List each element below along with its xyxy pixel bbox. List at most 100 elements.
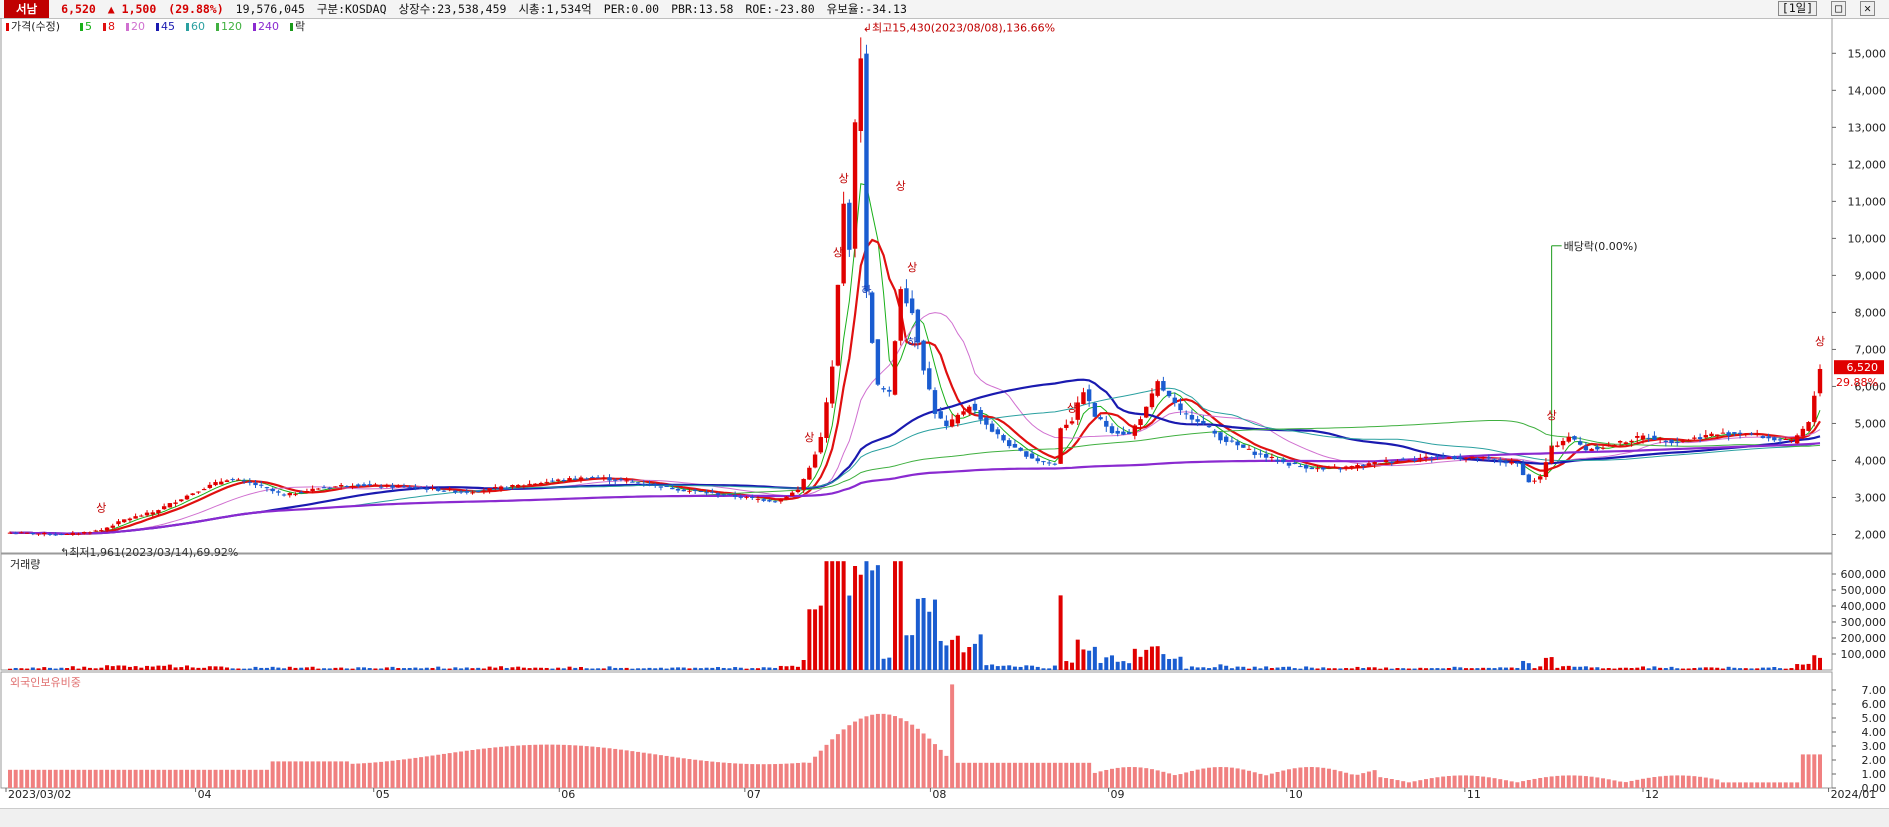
foreign-bar bbox=[1030, 762, 1035, 788]
x-tick-label: 2023/03/02 bbox=[8, 788, 71, 801]
volume-bar bbox=[25, 668, 30, 670]
volume-bar bbox=[875, 565, 880, 670]
price-tick-label: 3,000 bbox=[1855, 491, 1887, 504]
period-button[interactable]: [1일] bbox=[1777, 1, 1818, 16]
limit-up-mark: 상 bbox=[1547, 409, 1557, 422]
volume-bar bbox=[327, 668, 332, 670]
candle-body bbox=[1617, 441, 1623, 443]
foreign-bar bbox=[1469, 775, 1474, 788]
volume-bar bbox=[613, 667, 618, 670]
candle-body bbox=[538, 482, 544, 485]
foreign-bar bbox=[1315, 767, 1320, 788]
volume-bar bbox=[1469, 668, 1474, 670]
foreign-bar bbox=[647, 753, 652, 788]
limit-up-mark: 상 bbox=[896, 179, 906, 192]
foreign-bar bbox=[1640, 778, 1645, 788]
foreign-bar bbox=[1075, 762, 1080, 788]
foreign-bar bbox=[390, 760, 395, 788]
legend-dividend-label: 락 bbox=[295, 20, 305, 33]
candle-body bbox=[1560, 440, 1566, 446]
volume-bar bbox=[995, 666, 1000, 670]
candle-body bbox=[1235, 441, 1240, 446]
volume-bar bbox=[972, 643, 977, 670]
volume-bar bbox=[264, 667, 269, 670]
volume-bar bbox=[1292, 668, 1297, 670]
foreign-bar bbox=[1595, 777, 1600, 788]
legend-dividend-swatch bbox=[290, 23, 293, 31]
candle-body bbox=[1772, 437, 1777, 441]
volume-bar bbox=[1224, 665, 1229, 670]
volume-bar bbox=[1070, 662, 1075, 670]
candle-body bbox=[173, 502, 178, 504]
candle-body bbox=[1001, 435, 1006, 441]
foreign-bar bbox=[1446, 775, 1451, 788]
candle-body bbox=[744, 496, 749, 498]
candle-body bbox=[670, 487, 675, 490]
volume-bar bbox=[584, 668, 589, 670]
candle-body bbox=[1383, 460, 1389, 463]
foreign-bar bbox=[327, 761, 332, 788]
volume-bar bbox=[1201, 667, 1206, 670]
price-tick-label: 11,000 bbox=[1848, 195, 1887, 208]
foreign-bar bbox=[1001, 762, 1006, 788]
candle-body bbox=[1629, 440, 1634, 443]
foreign-bar bbox=[881, 713, 886, 788]
candle-body bbox=[1412, 460, 1417, 462]
foreign-bar bbox=[613, 748, 618, 788]
stock-name[interactable]: 서남 bbox=[4, 0, 50, 18]
volume-bar bbox=[1743, 668, 1748, 670]
foreign-bar bbox=[955, 762, 960, 788]
volume-bar bbox=[1041, 668, 1046, 670]
foreign-bar bbox=[795, 762, 800, 788]
foreign-bar bbox=[316, 761, 321, 788]
foreign-bar bbox=[122, 769, 127, 788]
candle-body bbox=[681, 489, 686, 492]
foreign-bar bbox=[755, 764, 760, 788]
candle-body bbox=[995, 429, 1000, 435]
restore-window-icon[interactable]: □ bbox=[1831, 1, 1847, 16]
candle-body bbox=[270, 488, 275, 492]
volume-bar bbox=[413, 667, 418, 670]
foreign-bar bbox=[287, 761, 292, 788]
candle-body bbox=[1783, 438, 1788, 440]
chart-scrollbar[interactable] bbox=[0, 808, 1889, 827]
candle-body bbox=[219, 481, 224, 485]
per-value: PER:0.00 bbox=[603, 2, 660, 16]
volume-bar bbox=[179, 667, 184, 670]
foreign-bar bbox=[270, 761, 275, 788]
foreign-bar bbox=[533, 744, 538, 788]
foreign-bar bbox=[185, 769, 190, 788]
foreign-bar bbox=[596, 747, 601, 788]
foreign-bar bbox=[424, 756, 429, 788]
volume-bar bbox=[1492, 668, 1497, 670]
legend-ma-swatch bbox=[186, 23, 189, 31]
candle-body bbox=[127, 518, 133, 521]
stock-chart[interactable]: 2,0003,0004,0005,0006,0007,0008,0009,000… bbox=[0, 18, 1889, 808]
volume-bar bbox=[1081, 649, 1086, 670]
volume-bar bbox=[190, 667, 195, 670]
foreign-bar bbox=[1201, 768, 1206, 788]
candle-body bbox=[413, 486, 418, 489]
foreign-bar bbox=[1132, 767, 1137, 788]
foreign-bar bbox=[1766, 782, 1771, 788]
volume-bar bbox=[533, 667, 538, 670]
candle-body bbox=[967, 406, 972, 412]
volume-bar bbox=[322, 668, 327, 670]
candle-body bbox=[1258, 453, 1263, 455]
foreign-bar bbox=[1435, 777, 1440, 788]
foreign-bar bbox=[93, 769, 98, 788]
volume-bar bbox=[693, 667, 698, 670]
volume-bar bbox=[1595, 667, 1600, 670]
foreign-bar bbox=[504, 746, 509, 788]
volume-bar bbox=[1778, 668, 1783, 670]
volume-bar bbox=[1178, 656, 1183, 670]
foreign-bar bbox=[1104, 769, 1109, 788]
volume-bar bbox=[653, 668, 658, 670]
close-icon[interactable]: ✕ bbox=[1860, 1, 1875, 16]
candle-body bbox=[1703, 435, 1709, 438]
candle-body bbox=[1640, 435, 1646, 440]
volume-bar bbox=[173, 667, 178, 670]
volume-bar bbox=[156, 665, 161, 670]
foreign-bar bbox=[1818, 754, 1822, 788]
volume-bar bbox=[1720, 668, 1725, 670]
